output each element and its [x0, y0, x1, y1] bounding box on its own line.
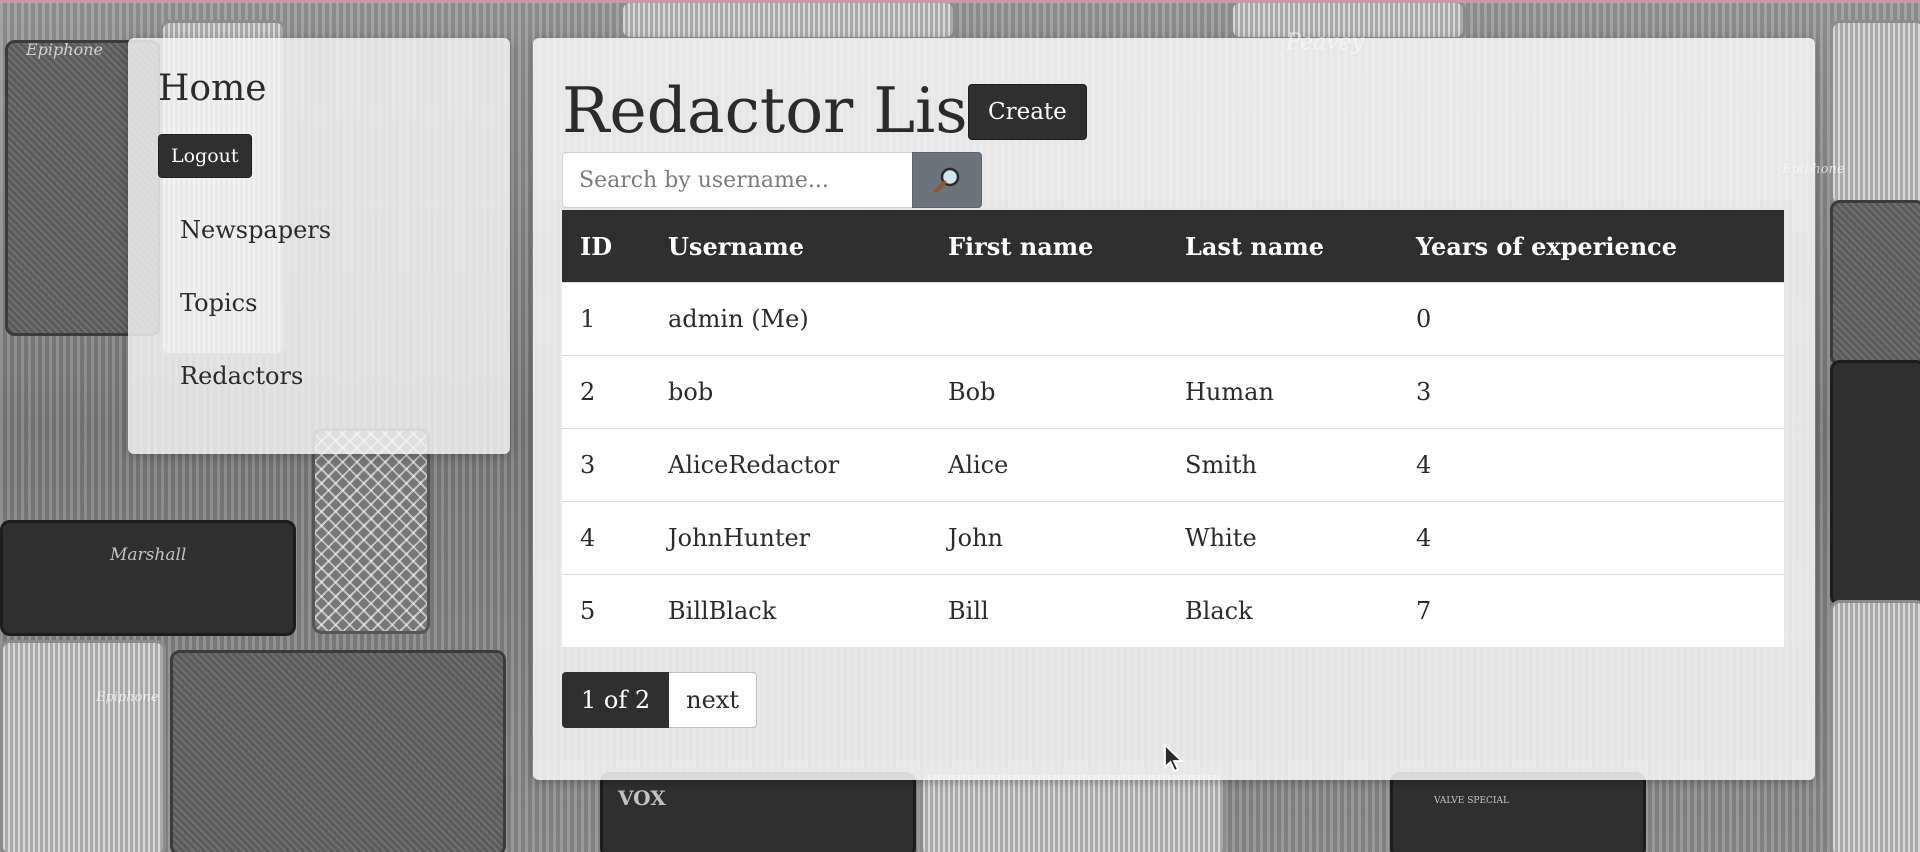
sidebar-item-redactors[interactable]: Redactors [180, 362, 331, 435]
cell-last-name: Black [1167, 574, 1398, 647]
search-button[interactable] [912, 152, 982, 208]
cell-username[interactable]: AliceRedactor [650, 428, 930, 502]
cell-last-name: White [1167, 501, 1398, 575]
cell-years: 7 [1398, 574, 1784, 647]
amp-head [0, 520, 296, 636]
table-row[interactable]: 5 BillBlack Bill Black 7 [562, 574, 1784, 647]
brand-label: Epiphone [26, 40, 103, 59]
cell-id: 4 [562, 501, 650, 575]
search-input[interactable] [562, 152, 912, 208]
brand-label: VOX [618, 786, 666, 810]
amp-head [1830, 360, 1920, 606]
main-panel: Redactor List Create ID Username First n… [533, 38, 1815, 780]
column-header-username: Username [650, 210, 930, 283]
record-shelf [620, 0, 956, 40]
table-row[interactable]: 3 AliceRedactor Alice Smith 4 [562, 428, 1784, 502]
record-shelf [920, 772, 1226, 852]
sidebar: Home Logout Newspapers Topics Redactors [128, 38, 510, 454]
pagination: 1 of 2 next [562, 672, 757, 728]
column-header-years: Years of experience [1398, 210, 1784, 283]
table-row[interactable]: 4 JohnHunter John White 4 [562, 501, 1784, 575]
amp-head [600, 772, 916, 852]
cell-first-name: Bill [930, 574, 1167, 647]
amp-cabinet [170, 650, 506, 852]
search-icon [913, 165, 981, 195]
cell-years: 3 [1398, 355, 1784, 429]
cell-first-name: John [930, 501, 1167, 575]
brand-label: Epiphone [96, 690, 159, 705]
cell-first-name: Alice [930, 428, 1167, 502]
cell-username[interactable]: bob [650, 355, 930, 429]
cell-first-name: Bob [930, 355, 1167, 429]
table-row[interactable]: 2 bob Bob Human 3 [562, 355, 1784, 429]
page-title: Redactor List [562, 74, 993, 147]
top-border [0, 0, 1920, 3]
record-shelf [0, 640, 166, 852]
cell-last-name: Smith [1167, 428, 1398, 502]
sidebar-title[interactable]: Home [158, 68, 267, 109]
page-indicator: 1 of 2 [562, 672, 670, 728]
cell-id: 3 [562, 428, 650, 502]
cell-years: 4 [1398, 428, 1784, 502]
column-header-id: ID [562, 210, 650, 283]
cell-last-name [1167, 282, 1398, 356]
record-shelf [1830, 600, 1920, 852]
brand-label: Marshall [110, 545, 187, 565]
record-shelf [1830, 20, 1920, 206]
amp-head [1390, 772, 1646, 852]
table-header-row: ID Username First name Last name Years o… [562, 210, 1784, 283]
column-header-first-name: First name [930, 210, 1167, 283]
cell-id: 2 [562, 355, 650, 429]
cell-username[interactable]: BillBlack [650, 574, 930, 647]
amp-grille [312, 428, 430, 634]
cell-id: 5 [562, 574, 650, 647]
mouse-cursor-icon [1163, 742, 1185, 779]
cell-years: 0 [1398, 282, 1784, 356]
brand-label: VALVE SPECIAL [1434, 796, 1509, 806]
cell-id: 1 [562, 282, 650, 356]
next-page-link[interactable]: next [669, 672, 757, 728]
cell-username[interactable]: JohnHunter [650, 501, 930, 575]
amp-cabinet [1830, 200, 1920, 366]
cell-years: 4 [1398, 501, 1784, 575]
cell-username[interactable]: admin (Me) [650, 282, 930, 356]
sidebar-item-topics[interactable]: Topics [180, 289, 331, 362]
sidebar-nav: Newspapers Topics Redactors [180, 216, 331, 435]
create-button[interactable]: Create [968, 84, 1087, 140]
redactor-table: ID Username First name Last name Years o… [562, 210, 1784, 647]
column-header-last-name: Last name [1167, 210, 1398, 283]
cell-first-name [930, 282, 1167, 356]
sidebar-item-newspapers[interactable]: Newspapers [180, 216, 331, 289]
table-row[interactable]: 1 admin (Me) 0 [562, 282, 1784, 356]
cell-last-name: Human [1167, 355, 1398, 429]
logout-button[interactable]: Logout [158, 134, 252, 178]
